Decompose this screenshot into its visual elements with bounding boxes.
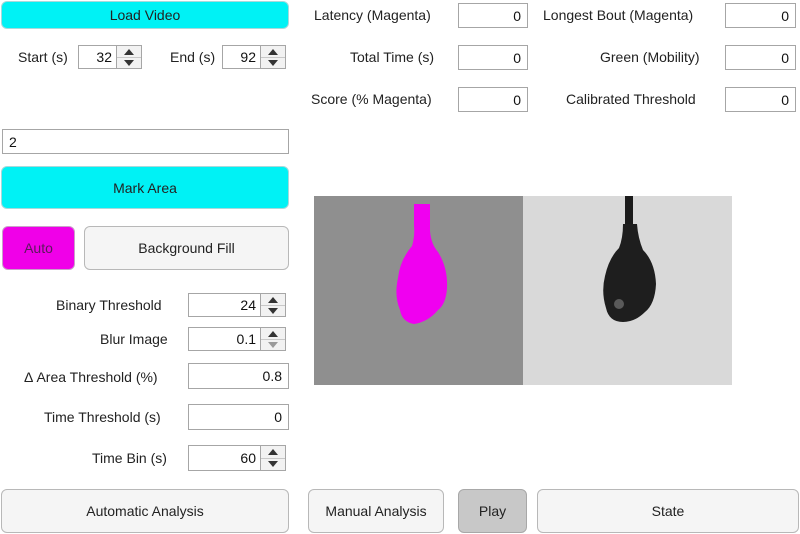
manual-analysis-button[interactable]: Manual Analysis: [308, 489, 444, 533]
blur-image-value: 0.1: [236, 331, 256, 347]
green-mobility-label: Green (Mobility): [600, 49, 700, 65]
start-decrement-icon[interactable]: [117, 57, 141, 68]
state-button[interactable]: State: [537, 489, 799, 533]
start-label: Start (s): [18, 49, 68, 65]
end-decrement-icon[interactable]: [261, 57, 285, 68]
green-mobility-field[interactable]: 0: [725, 45, 796, 70]
total-time-label: Total Time (s): [350, 49, 435, 65]
total-time-field[interactable]: 0: [458, 45, 528, 70]
binary-threshold-stepper[interactable]: 24: [188, 293, 286, 317]
longest-bout-field[interactable]: 0: [725, 3, 796, 28]
blur-image-stepper[interactable]: 0.1: [188, 327, 286, 351]
longest-bout-label: Longest Bout (Magenta): [543, 7, 694, 23]
time-threshold-field[interactable]: 0: [188, 404, 289, 430]
start-value: 32: [96, 49, 112, 65]
mark-area-button[interactable]: Mark Area: [1, 166, 289, 209]
binary-threshold-value: 24: [240, 297, 256, 313]
calibrated-threshold-label: Calibrated Threshold: [566, 91, 696, 107]
play-button[interactable]: Play: [458, 489, 527, 533]
segmented-video-frame: [314, 196, 523, 385]
binary-threshold-decrement-icon[interactable]: [261, 305, 285, 316]
time-threshold-label: Time Threshold (s): [44, 409, 161, 425]
latency-field[interactable]: 0: [458, 3, 528, 28]
blur-image-label: Blur Image: [100, 331, 168, 347]
background-fill-button[interactable]: Background Fill: [84, 226, 289, 270]
calibrated-threshold-field[interactable]: 0: [725, 87, 796, 112]
binary-threshold-label: Binary Threshold: [56, 297, 162, 313]
original-video-frame: [523, 196, 732, 385]
delta-area-threshold-field[interactable]: 0.8: [188, 363, 289, 389]
blur-image-decrement-icon[interactable]: [261, 339, 285, 350]
end-label: End (s): [170, 49, 216, 65]
magenta-mouse-silhouette: [314, 196, 523, 385]
score-field[interactable]: 0: [458, 87, 528, 112]
time-bin-label: Time Bin (s): [92, 450, 167, 466]
time-bin-decrement-icon[interactable]: [261, 458, 285, 470]
auto-button[interactable]: Auto: [2, 226, 75, 270]
start-stepper[interactable]: 32: [78, 45, 142, 69]
end-value: 92: [240, 49, 256, 65]
area-input[interactable]: 2: [2, 129, 289, 154]
score-label: Score (% Magenta): [311, 91, 432, 107]
time-bin-stepper[interactable]: 60: [188, 445, 286, 471]
time-bin-value: 60: [240, 450, 256, 466]
end-stepper[interactable]: 92: [222, 45, 286, 69]
delta-area-threshold-label: Δ Area Threshold (%): [24, 369, 158, 385]
automatic-analysis-button[interactable]: Automatic Analysis: [1, 489, 289, 533]
latency-label: Latency (Magenta): [314, 7, 431, 23]
mouse-image: [523, 196, 732, 385]
load-video-button[interactable]: Load Video: [1, 1, 289, 29]
